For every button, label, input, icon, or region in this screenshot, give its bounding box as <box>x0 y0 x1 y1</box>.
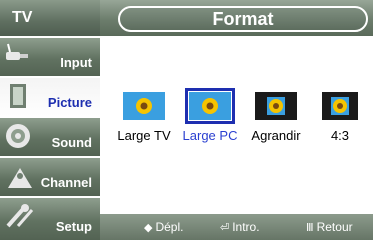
format-option-label: Agrandir <box>251 128 301 143</box>
page-title: Format <box>118 6 368 32</box>
header-bar: Format <box>100 0 373 36</box>
help-return: Ⅲ Retour <box>306 220 353 234</box>
sunflower-icon <box>267 97 285 115</box>
satellite-dish-icon <box>8 168 32 188</box>
sidebar-item-setup[interactable]: Setup <box>0 198 100 240</box>
sidebar-title: TV <box>0 0 100 36</box>
sidebar-item-sound[interactable]: Sound <box>0 118 100 156</box>
help-enter: ⏎ Intro. <box>220 220 260 234</box>
aspect-thumbnail <box>123 92 165 120</box>
help-move-label: Dépl. <box>155 220 184 234</box>
sunflower-icon <box>331 97 349 115</box>
format-panel: Large TV Large PC Agrandir 4:3 <box>100 36 373 214</box>
sunflower-icon <box>136 98 152 114</box>
help-move: ◆ Dépl. <box>144 220 183 234</box>
sidebar-item-label: Sound <box>51 135 92 150</box>
sidebar-item-label: Setup <box>55 219 92 234</box>
sidebar-item-label: Picture <box>47 95 92 110</box>
format-option-label: Large PC <box>182 128 238 143</box>
sidebar-item-label: Channel <box>40 175 92 190</box>
aspect-thumbnail <box>322 92 358 120</box>
sidebar: TV Input Picture Sound Channel Setup <box>0 0 100 240</box>
sidebar-item-input[interactable]: Input <box>0 38 100 76</box>
move-arrows-icon: ◆ <box>144 222 153 234</box>
format-option-large-pc[interactable]: Large PC <box>180 88 240 143</box>
enter-icon: ⏎ <box>220 222 230 234</box>
sidebar-item-picture[interactable]: Picture <box>0 78 100 116</box>
format-option-label: 4:3 <box>330 128 350 143</box>
picture-screen-icon <box>10 84 26 108</box>
sidebar-item-label: Input <box>60 55 92 70</box>
tv-osd-screen: TV Input Picture Sound Channel Setup For… <box>0 0 373 240</box>
speaker-icon <box>6 124 30 148</box>
format-option-label: Large TV <box>117 128 171 143</box>
aspect-thumbnail <box>185 88 235 124</box>
help-enter-label: Intro. <box>232 220 260 234</box>
help-bar: ◆ Dépl. ⏎ Intro. Ⅲ Retour <box>100 214 373 240</box>
format-option-large-tv[interactable]: Large TV <box>114 92 174 143</box>
sunflower-icon <box>202 98 218 114</box>
format-option-agrandir[interactable]: Agrandir <box>246 92 306 143</box>
format-option-4-3[interactable]: 4:3 <box>310 92 370 143</box>
menu-return-icon: Ⅲ <box>306 222 314 234</box>
input-cable-icon <box>6 43 28 60</box>
help-return-label: Retour <box>316 220 353 234</box>
tools-icon <box>6 204 34 228</box>
sidebar-item-channel[interactable]: Channel <box>0 158 100 196</box>
aspect-thumbnail <box>255 92 297 120</box>
